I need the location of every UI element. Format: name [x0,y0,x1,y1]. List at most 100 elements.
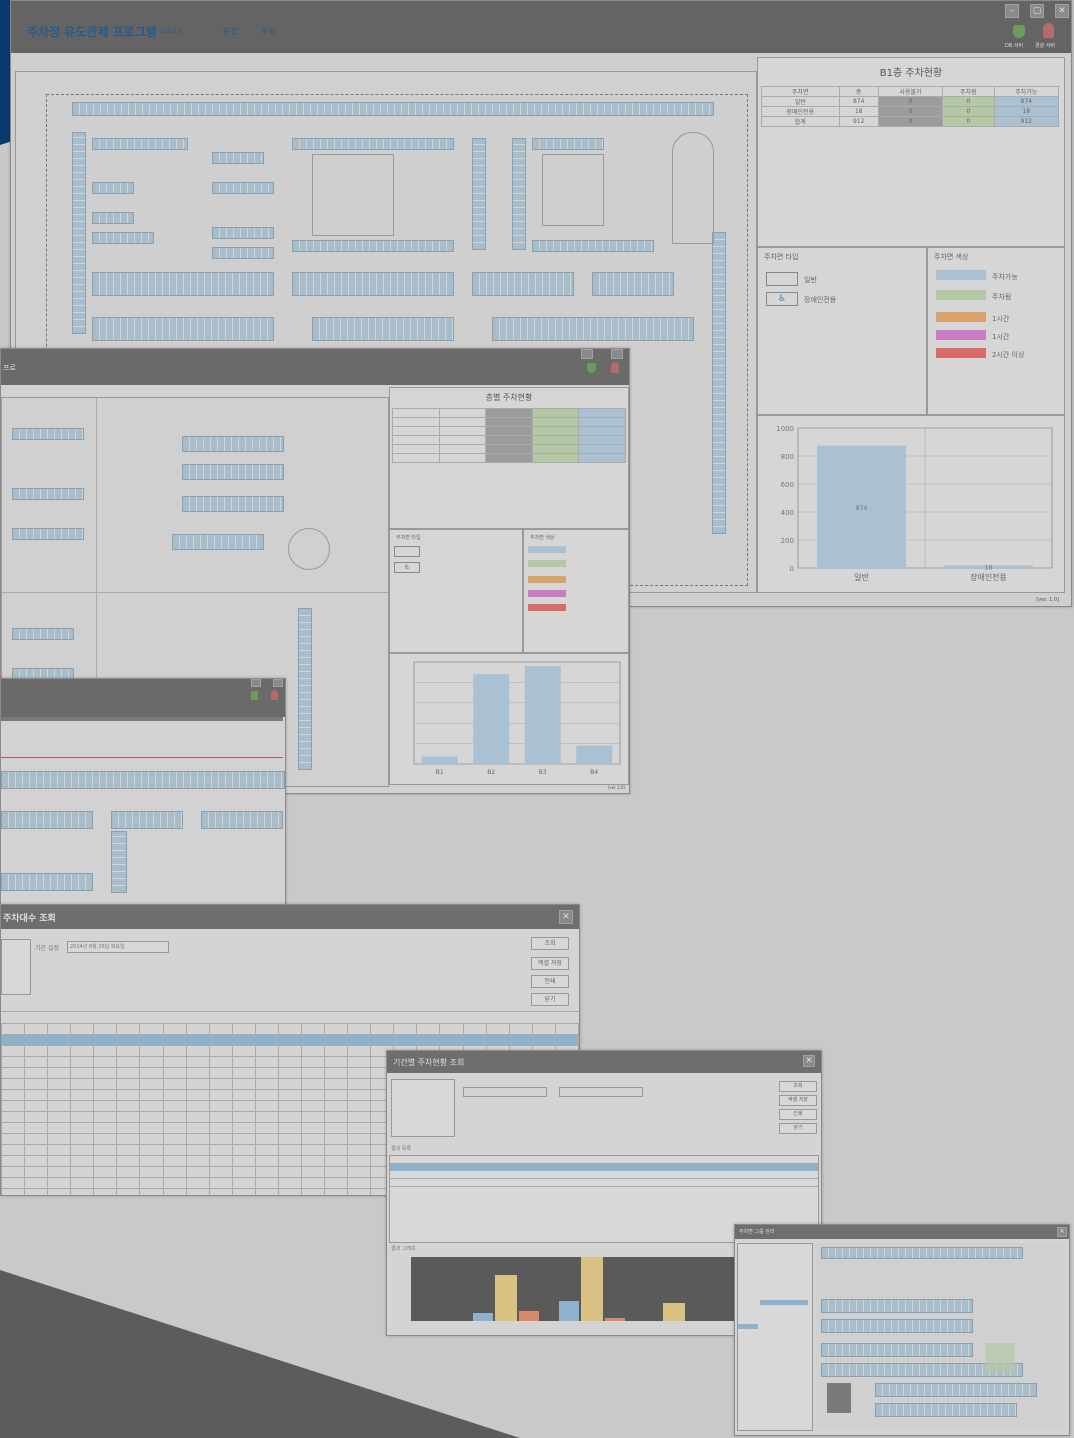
alarm-server-icon[interactable] [271,690,278,700]
parking-spot-row[interactable] [72,102,714,116]
table-cell [1,1144,26,1156]
table-cell [47,1188,72,1195]
parking-spot-row[interactable] [212,247,274,259]
parking-spot-row[interactable] [92,317,274,341]
parking-spot-row[interactable] [12,628,74,640]
parking-spot-row[interactable] [821,1247,1023,1259]
parking-spot-row[interactable] [92,272,274,296]
parking-spot-column[interactable] [111,831,127,893]
close-button[interactable]: ✕ [1057,1227,1067,1237]
parking-spot-column[interactable] [512,138,526,250]
close-button[interactable]: ✕ [803,1055,815,1067]
excel-save-button[interactable]: 엑셀 저장 [531,957,569,970]
parking-spot-row[interactable] [12,528,84,540]
parking-spot-column[interactable] [712,232,726,534]
table-cell [162,1078,187,1090]
table-cell [439,1023,464,1035]
close-window-button[interactable]: 닫기 [779,1123,817,1134]
parking-spot-row[interactable] [821,1299,973,1313]
b1-chart-panel: 1000 800 600 400 200 0 874 일반 18 장애인전용 [757,415,1065,593]
db-server-icon[interactable] [251,691,258,700]
search-divider [1,1011,579,1012]
parking-spot-row[interactable] [92,232,154,244]
parking-spot-row[interactable] [1,811,93,829]
table-cell [301,1023,326,1035]
parking-spot-row[interactable] [212,152,264,164]
parking-spot-column[interactable] [72,132,86,334]
close-button[interactable]: ✕ [1055,4,1069,18]
parking-spot-row[interactable] [172,534,264,550]
parking-spot-row[interactable] [292,240,454,252]
legend-swatch-parked [528,560,566,567]
parking-spot-row[interactable] [201,811,283,829]
table-row[interactable] [390,1171,818,1179]
parking-spot-column[interactable] [298,608,312,770]
search-button[interactable]: 조회 [531,937,569,950]
parking-spot-row[interactable] [312,317,454,341]
parking-spot-row[interactable] [92,138,188,150]
date-picker-from[interactable] [463,1087,547,1097]
table-cell [1,1056,26,1068]
parking-spot-row[interactable] [875,1383,1037,1397]
minimize-button[interactable] [581,349,593,359]
table-row[interactable] [1,1023,579,1035]
table-row[interactable] [390,1179,818,1187]
parking-spot-row[interactable] [821,1343,973,1357]
maximize-button[interactable]: ▢ [1030,4,1044,18]
date-picker[interactable]: 2014년 8월 26일 화요일 [67,941,169,953]
parking-spot-row[interactable] [111,811,183,829]
legend-swatch-available [528,546,566,553]
minimize-button[interactable] [251,679,261,687]
table-row[interactable] [390,1164,818,1171]
parking-spot-row[interactable] [212,182,274,194]
parking-spot-row[interactable] [12,428,84,440]
list-item[interactable] [760,1300,808,1305]
alarm-server-icon[interactable] [1043,23,1054,38]
table-cell [139,1100,164,1112]
close-button[interactable] [273,679,283,687]
parking-spot-row[interactable] [92,212,134,224]
table-row[interactable] [1,1034,579,1046]
parking-spot-row[interactable] [472,272,574,296]
excel-save-button[interactable]: 엑셀 저장 [779,1095,817,1106]
floor-tree-box [391,1079,455,1137]
parking-spot-row[interactable] [492,317,694,341]
print-button[interactable]: 인쇄 [531,975,569,988]
parking-spot-row[interactable] [292,272,454,296]
parking-spot-row[interactable] [182,464,284,480]
close-button[interactable]: ✕ [559,910,573,924]
db-server-icon[interactable] [1013,25,1025,38]
date-picker-to[interactable] [559,1087,643,1097]
x-tick-label: B3 [539,769,547,776]
search-button[interactable]: 조회 [779,1081,817,1092]
list-item[interactable] [738,1324,758,1329]
close-button[interactable] [611,349,623,359]
parking-spot-row[interactable] [875,1403,1017,1417]
group-map[interactable] [815,1243,1065,1429]
table-cell [277,1111,303,1123]
db-server-icon[interactable] [587,363,596,373]
parking-spot-column[interactable] [472,138,486,250]
parking-spot-row[interactable] [592,272,674,296]
parking-spot-row[interactable] [212,227,274,239]
close-window-button[interactable]: 닫기 [531,993,569,1006]
minimize-button[interactable]: – [1005,4,1019,18]
table-header: 주차됨 [942,86,995,97]
parking-spot-row[interactable] [182,496,284,512]
parking-spot-row[interactable] [532,240,654,252]
parking-spot-row[interactable] [292,138,454,150]
parking-spot-row[interactable] [12,488,84,500]
parking-spot-row[interactable] [1,771,285,789]
table-cell [277,1166,303,1178]
parking-spot-row[interactable] [1,873,93,891]
table-cell [47,1089,72,1101]
parking-spot-row[interactable] [92,182,134,194]
menu-item-search[interactable]: 조회 [261,26,276,37]
parking-spot-row[interactable] [821,1319,973,1333]
parking-spot-row[interactable] [182,436,284,452]
closeup-map[interactable] [1,741,285,903]
print-button[interactable]: 인쇄 [779,1109,817,1120]
parking-spot-row[interactable] [532,138,604,150]
menu-item-integrated[interactable]: 통합 [223,26,238,37]
alarm-server-icon[interactable] [611,362,619,373]
